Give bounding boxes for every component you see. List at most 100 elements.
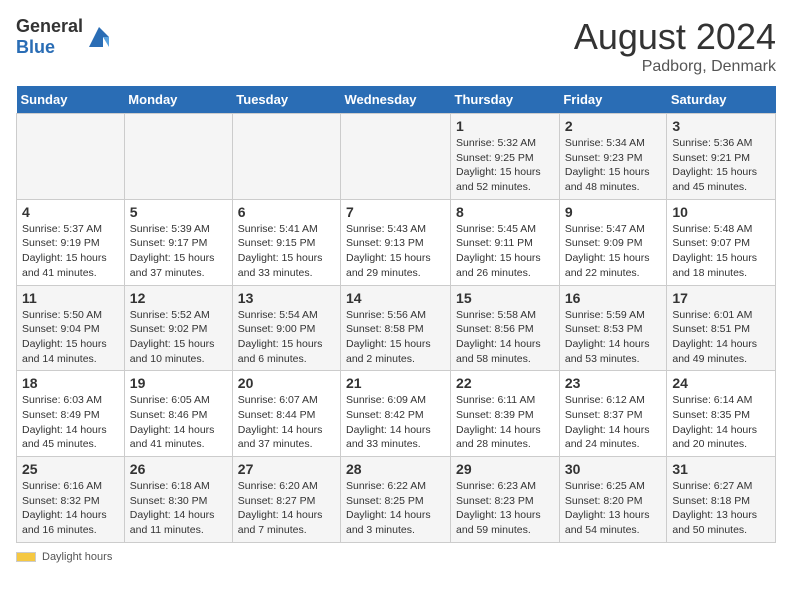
calendar-day-cell: 12Sunrise: 5:52 AM Sunset: 9:02 PM Dayli… — [124, 285, 232, 371]
calendar-day-cell: 25Sunrise: 6:16 AM Sunset: 8:32 PM Dayli… — [17, 457, 125, 543]
day-info: Sunrise: 6:20 AM Sunset: 8:27 PM Dayligh… — [238, 479, 335, 538]
day-number: 4 — [22, 204, 119, 220]
calendar-day-cell: 18 Sunrise: 6:03 AM Sunset: 8:49 PM Dayli… — [17, 371, 125, 457]
daylight-bar-icon — [16, 552, 36, 562]
day-number: 30 — [565, 461, 662, 477]
calendar-week-row: 4Sunrise: 5:37 AM Sunset: 9:19 PM Daylig… — [17, 199, 776, 285]
day-number: 9 — [565, 204, 662, 220]
day-info: Sunrise: 5:36 AM Sunset: 9:21 PM Dayligh… — [672, 136, 770, 195]
day-info: Sunrise: 6:23 AM Sunset: 8:23 PM Dayligh… — [456, 479, 554, 538]
day-number: 2 — [565, 118, 662, 134]
calendar-day-cell: 4Sunrise: 5:37 AM Sunset: 9:19 PM Daylig… — [17, 199, 125, 285]
day-number: 8 — [456, 204, 554, 220]
day-number: 13 — [238, 290, 335, 306]
day-info: Sunrise: 5:48 AM Sunset: 9:07 PM Dayligh… — [672, 222, 770, 281]
calendar-header-row: SundayMondayTuesdayWednesdayThursdayFrid… — [17, 86, 776, 114]
calendar-day-cell: 15 Sunrise: 5:58 AM Sunset: 8:56 PM Dayli… — [451, 285, 560, 371]
day-number: 27 — [238, 461, 335, 477]
calendar-day-cell: 27 Sunrise: 6:20 AM Sunset: 8:27 PM Dayli… — [232, 457, 340, 543]
calendar-week-row: 25Sunrise: 6:16 AM Sunset: 8:32 PM Dayli… — [17, 457, 776, 543]
day-number: 6 — [238, 204, 335, 220]
calendar-day-cell: 11Sunrise: 5:50 AM Sunset: 9:04 PM Dayli… — [17, 285, 125, 371]
calendar-day-cell: 5 Sunrise: 5:39 AM Sunset: 9:17 PM Daylig… — [124, 199, 232, 285]
day-number: 7 — [346, 204, 445, 220]
calendar-day-cell: 23 Sunrise: 6:12 AM Sunset: 8:37 PM Dayli… — [559, 371, 667, 457]
day-number: 23 — [565, 375, 662, 391]
calendar-day-cell: 6 Sunrise: 5:41 AM Sunset: 9:15 PM Daylig… — [232, 199, 340, 285]
day-info: Sunrise: 5:45 AM Sunset: 9:11 PM Dayligh… — [456, 222, 554, 281]
day-info: Sunrise: 5:32 AM Sunset: 9:25 PM Dayligh… — [456, 136, 554, 195]
day-number: 24 — [672, 375, 770, 391]
calendar-table: SundayMondayTuesdayWednesdayThursdayFrid… — [16, 86, 776, 543]
day-info: Sunrise: 6:05 AM Sunset: 8:46 PM Dayligh… — [130, 393, 227, 452]
day-number: 5 — [130, 204, 227, 220]
day-info: Sunrise: 6:11 AM Sunset: 8:39 PM Dayligh… — [456, 393, 554, 452]
calendar-day-cell — [232, 114, 340, 200]
calendar-day-header: Wednesday — [341, 86, 451, 114]
calendar-day-header: Monday — [124, 86, 232, 114]
day-info: Sunrise: 6:16 AM Sunset: 8:32 PM Dayligh… — [22, 479, 119, 538]
calendar-day-cell: 21 Sunrise: 6:09 AM Sunset: 8:42 PM Dayli… — [341, 371, 451, 457]
calendar-day-cell: 2 Sunrise: 5:34 AM Sunset: 9:23 PM Daylig… — [559, 114, 667, 200]
calendar-week-row: 18 Sunrise: 6:03 AM Sunset: 8:49 PM Dayli… — [17, 371, 776, 457]
day-number: 26 — [130, 461, 227, 477]
calendar-week-row: 1Sunrise: 5:32 AM Sunset: 9:25 PM Daylig… — [17, 114, 776, 200]
calendar-day-cell: 10 Sunrise: 5:48 AM Sunset: 9:07 PM Dayli… — [667, 199, 776, 285]
day-info: Sunrise: 5:58 AM Sunset: 8:56 PM Dayligh… — [456, 308, 554, 367]
calendar-day-cell: 31Sunrise: 6:27 AM Sunset: 8:18 PM Dayli… — [667, 457, 776, 543]
page-header: General Blue August 2024 Padborg, Denmar… — [16, 16, 776, 76]
day-info: Sunrise: 5:54 AM Sunset: 9:00 PM Dayligh… — [238, 308, 335, 367]
calendar-day-cell: 17 Sunrise: 6:01 AM Sunset: 8:51 PM Dayli… — [667, 285, 776, 371]
day-number: 21 — [346, 375, 445, 391]
day-number: 18 — [22, 375, 119, 391]
month-year-title: August 2024 — [574, 16, 776, 58]
day-number: 19 — [130, 375, 227, 391]
day-number: 17 — [672, 290, 770, 306]
calendar-day-cell — [341, 114, 451, 200]
day-info: Sunrise: 6:12 AM Sunset: 8:37 PM Dayligh… — [565, 393, 662, 452]
day-number: 20 — [238, 375, 335, 391]
calendar-day-cell — [17, 114, 125, 200]
calendar-day-header: Tuesday — [232, 86, 340, 114]
logo-general: General — [16, 16, 83, 36]
calendar-day-cell: 3 Sunrise: 5:36 AM Sunset: 9:21 PM Daylig… — [667, 114, 776, 200]
calendar-day-cell: 28 Sunrise: 6:22 AM Sunset: 8:25 PM Dayli… — [341, 457, 451, 543]
title-block: August 2024 Padborg, Denmark — [574, 16, 776, 76]
day-number: 28 — [346, 461, 445, 477]
calendar-day-header: Thursday — [451, 86, 560, 114]
day-info: Sunrise: 6:22 AM Sunset: 8:25 PM Dayligh… — [346, 479, 445, 538]
calendar-day-cell: 13 Sunrise: 5:54 AM Sunset: 9:00 PM Dayli… — [232, 285, 340, 371]
day-info: Sunrise: 6:09 AM Sunset: 8:42 PM Dayligh… — [346, 393, 445, 452]
day-info: Sunrise: 6:01 AM Sunset: 8:51 PM Dayligh… — [672, 308, 770, 367]
day-info: Sunrise: 6:14 AM Sunset: 8:35 PM Dayligh… — [672, 393, 770, 452]
calendar-day-cell: 24 Sunrise: 6:14 AM Sunset: 8:35 PM Dayli… — [667, 371, 776, 457]
calendar-day-header: Friday — [559, 86, 667, 114]
day-info: Sunrise: 6:27 AM Sunset: 8:18 PM Dayligh… — [672, 479, 770, 538]
day-info: Sunrise: 5:41 AM Sunset: 9:15 PM Dayligh… — [238, 222, 335, 281]
logo: General Blue — [16, 16, 113, 58]
day-info: Sunrise: 6:07 AM Sunset: 8:44 PM Dayligh… — [238, 393, 335, 452]
day-number: 10 — [672, 204, 770, 220]
calendar-day-cell: 7 Sunrise: 5:43 AM Sunset: 9:13 PM Daylig… — [341, 199, 451, 285]
day-info: Sunrise: 5:56 AM Sunset: 8:58 PM Dayligh… — [346, 308, 445, 367]
day-info: Sunrise: 5:43 AM Sunset: 9:13 PM Dayligh… — [346, 222, 445, 281]
daylight-label: Daylight hours — [42, 551, 112, 563]
calendar-day-header: Sunday — [17, 86, 125, 114]
day-number: 16 — [565, 290, 662, 306]
logo-text: General Blue — [16, 16, 83, 58]
calendar-day-cell: 16 Sunrise: 5:59 AM Sunset: 8:53 PM Dayli… — [559, 285, 667, 371]
day-info: Sunrise: 5:39 AM Sunset: 9:17 PM Dayligh… — [130, 222, 227, 281]
calendar-day-header: Saturday — [667, 86, 776, 114]
day-number: 15 — [456, 290, 554, 306]
calendar-footer: Daylight hours — [16, 551, 776, 563]
calendar-day-cell: 30Sunrise: 6:25 AM Sunset: 8:20 PM Dayli… — [559, 457, 667, 543]
day-info: Sunrise: 5:52 AM Sunset: 9:02 PM Dayligh… — [130, 308, 227, 367]
day-info: Sunrise: 5:34 AM Sunset: 9:23 PM Dayligh… — [565, 136, 662, 195]
calendar-day-cell: 26Sunrise: 6:18 AM Sunset: 8:30 PM Dayli… — [124, 457, 232, 543]
day-info: Sunrise: 5:59 AM Sunset: 8:53 PM Dayligh… — [565, 308, 662, 367]
logo-blue: Blue — [16, 37, 55, 57]
location-subtitle: Padborg, Denmark — [574, 58, 776, 76]
day-number: 3 — [672, 118, 770, 134]
calendar-day-cell: 14Sunrise: 5:56 AM Sunset: 8:58 PM Dayli… — [341, 285, 451, 371]
day-info: Sunrise: 6:03 AM Sunset: 8:49 PM Dayligh… — [22, 393, 119, 452]
